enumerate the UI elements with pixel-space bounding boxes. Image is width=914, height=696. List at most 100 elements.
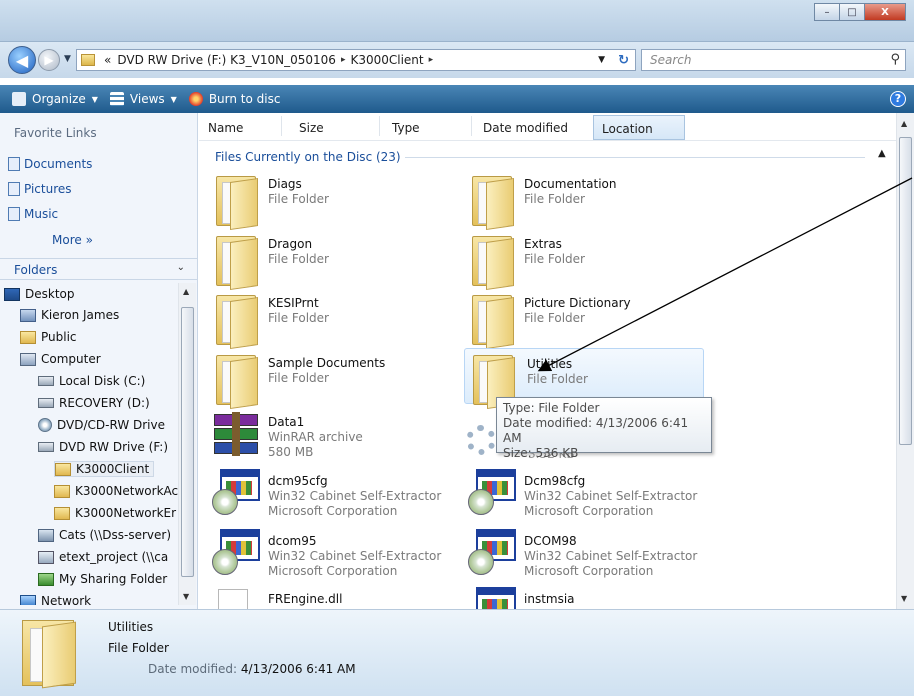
tree-label: etext_project (\\ca: [59, 550, 169, 564]
chevron-down-icon[interactable]: ⌄: [177, 262, 185, 273]
address-bar[interactable]: « DVD RW Drive (F:) K3_V10N_050106 ▸ K30…: [76, 49, 636, 71]
file-item-folder[interactable]: Picture Dictionary File Folder: [466, 291, 706, 349]
tree-label: Kieron James: [41, 308, 120, 322]
music-icon: [8, 207, 20, 221]
tree-item-sharing-folder[interactable]: My Sharing Folder: [38, 572, 167, 586]
column-location[interactable]: Location: [593, 115, 685, 140]
item-type: File Folder: [524, 252, 585, 266]
organize-icon: [12, 92, 26, 106]
installer-icon: [468, 587, 516, 609]
favorite-pictures[interactable]: Pictures: [8, 182, 72, 196]
favorite-music[interactable]: Music: [8, 207, 58, 221]
folder-icon: [470, 176, 514, 230]
help-icon[interactable]: ?: [890, 91, 906, 107]
column-divider[interactable]: [471, 116, 472, 136]
tree-item-k3000networkac[interactable]: K3000NetworkAc: [54, 484, 178, 498]
scroll-down-arrow-icon[interactable]: ▼: [901, 594, 907, 603]
folder-icon: [470, 295, 514, 349]
folder-tree-scrollbar[interactable]: ▲ ▼: [178, 283, 196, 605]
tree-item-etext-project[interactable]: etext_project (\\ca: [38, 550, 168, 564]
item-name: Sample Documents: [268, 356, 386, 370]
item-name: KESIPrnt: [268, 296, 319, 310]
file-item-folder[interactable]: Sample Documents File Folder: [210, 351, 450, 409]
installer-icon: [468, 529, 516, 577]
file-item-folder[interactable]: Documentation File Folder: [466, 172, 706, 230]
file-item-folder[interactable]: Dragon File Folder: [210, 232, 450, 290]
tree-item-k3000networker[interactable]: K3000NetworkEr: [54, 506, 176, 520]
file-item-executable[interactable]: dcm95cfg Win32 Cabinet Self-Extractor Mi…: [210, 469, 450, 525]
burn-to-disc-button[interactable]: Burn to disc: [188, 92, 280, 106]
group-header[interactable]: Files Currently on the Disc (23): [215, 150, 401, 164]
item-type: File Folder: [524, 192, 585, 206]
tree-item-public[interactable]: Public: [20, 330, 77, 344]
tree-item-cats[interactable]: Cats (\\Dss-server): [38, 528, 171, 542]
tree-item-k3000client[interactable]: K3000Client: [54, 461, 155, 477]
content-scrollbar[interactable]: ▲ ▼: [896, 113, 914, 609]
tree-item-computer[interactable]: Computer: [20, 352, 101, 366]
views-button[interactable]: Views ▼: [109, 92, 177, 106]
scroll-up-arrow-icon[interactable]: ▲: [901, 119, 907, 128]
file-item-executable[interactable]: Dcm98cfg Win32 Cabinet Self-Extractor Mi…: [466, 469, 706, 525]
file-item-archive[interactable]: Data1 WinRAR archive 580 MB: [210, 410, 450, 466]
address-dropdown-icon[interactable]: ▼: [598, 55, 605, 65]
scroll-thumb[interactable]: [181, 307, 194, 577]
file-item-executable[interactable]: DCOM98 Win32 Cabinet Self-Extractor Micr…: [466, 529, 706, 585]
scroll-thumb[interactable]: [899, 137, 912, 445]
file-item-dll[interactable]: FREngine.dll: [210, 587, 450, 609]
tree-label: Network: [41, 594, 92, 605]
tree-item-user[interactable]: Kieron James: [20, 308, 119, 322]
installer-icon: [212, 469, 260, 517]
scroll-up-arrow-icon[interactable]: ▲: [183, 287, 189, 296]
forward-button[interactable]: ▶: [38, 49, 60, 71]
tree-item-dvd-cd-drive[interactable]: DVD/CD-RW Drive: [38, 418, 165, 432]
file-item-folder[interactable]: Diags File Folder: [210, 172, 450, 230]
item-name: FREngine.dll: [268, 592, 343, 606]
file-item-folder-hovered[interactable]: Utilities File Folder: [464, 348, 704, 409]
folder-icon: [214, 355, 258, 409]
breadcrumb-folder[interactable]: K3000Client: [350, 53, 423, 67]
breadcrumb-overflow[interactable]: «: [104, 53, 111, 67]
hard-drive-icon: [38, 376, 54, 386]
tree-item-desktop[interactable]: Desktop: [4, 287, 75, 301]
item-type: File Folder: [268, 311, 329, 325]
breadcrumb-arrow-icon[interactable]: ▸: [429, 55, 434, 65]
collapse-group-icon[interactable]: ▲: [878, 148, 886, 159]
column-divider[interactable]: [281, 116, 282, 136]
refresh-icon[interactable]: ↻: [618, 53, 629, 68]
tree-item-recovery[interactable]: RECOVERY (D:): [38, 396, 150, 410]
details-type: File Folder: [108, 641, 169, 655]
file-item-executable[interactable]: instmsia: [466, 587, 706, 609]
disc-icon: [38, 418, 52, 432]
maximize-button[interactable]: □: [839, 3, 865, 21]
recent-pages-dropdown[interactable]: ▼: [64, 54, 71, 64]
column-divider[interactable]: [379, 116, 380, 136]
file-item-folder[interactable]: KESIPrnt File Folder: [210, 291, 450, 349]
search-icon[interactable]: ⚲: [890, 52, 900, 67]
item-company: Microsoft Corporation: [268, 504, 398, 518]
gear-icon: [466, 425, 496, 455]
search-input[interactable]: Search ⚲: [641, 49, 906, 71]
file-item-folder[interactable]: Extras File Folder: [466, 232, 706, 290]
tree-item-dvd-rw-drive[interactable]: DVD RW Drive (F:): [38, 440, 168, 454]
more-links[interactable]: More »: [52, 233, 93, 247]
breadcrumb-arrow-icon[interactable]: ▸: [341, 55, 346, 65]
scroll-down-arrow-icon[interactable]: ▼: [183, 592, 189, 601]
folders-header[interactable]: Folders ⌄: [0, 258, 197, 280]
file-item-executable[interactable]: dcom95 Win32 Cabinet Self-Extractor Micr…: [210, 529, 450, 585]
chevron-down-icon: ▼: [170, 94, 177, 104]
tree-item-local-disk[interactable]: Local Disk (C:): [38, 374, 145, 388]
tree-label: Local Disk (C:): [59, 374, 146, 388]
item-name: dcm95cfg: [268, 474, 328, 488]
back-button[interactable]: ◀: [8, 46, 36, 74]
organize-button[interactable]: Organize ▼: [12, 92, 98, 106]
breadcrumb-drive[interactable]: DVD RW Drive (F:) K3_V10N_050106: [117, 53, 336, 67]
column-date-modified[interactable]: Date modified: [483, 121, 568, 135]
column-type[interactable]: Type: [392, 121, 420, 135]
minimize-button[interactable]: –: [814, 3, 840, 21]
column-size[interactable]: Size: [299, 121, 324, 135]
tree-item-network[interactable]: Network: [20, 594, 91, 605]
favorite-documents[interactable]: Documents: [8, 157, 92, 171]
column-name[interactable]: Name: [208, 121, 243, 135]
documents-icon: [8, 157, 20, 171]
close-button[interactable]: X: [864, 3, 906, 21]
